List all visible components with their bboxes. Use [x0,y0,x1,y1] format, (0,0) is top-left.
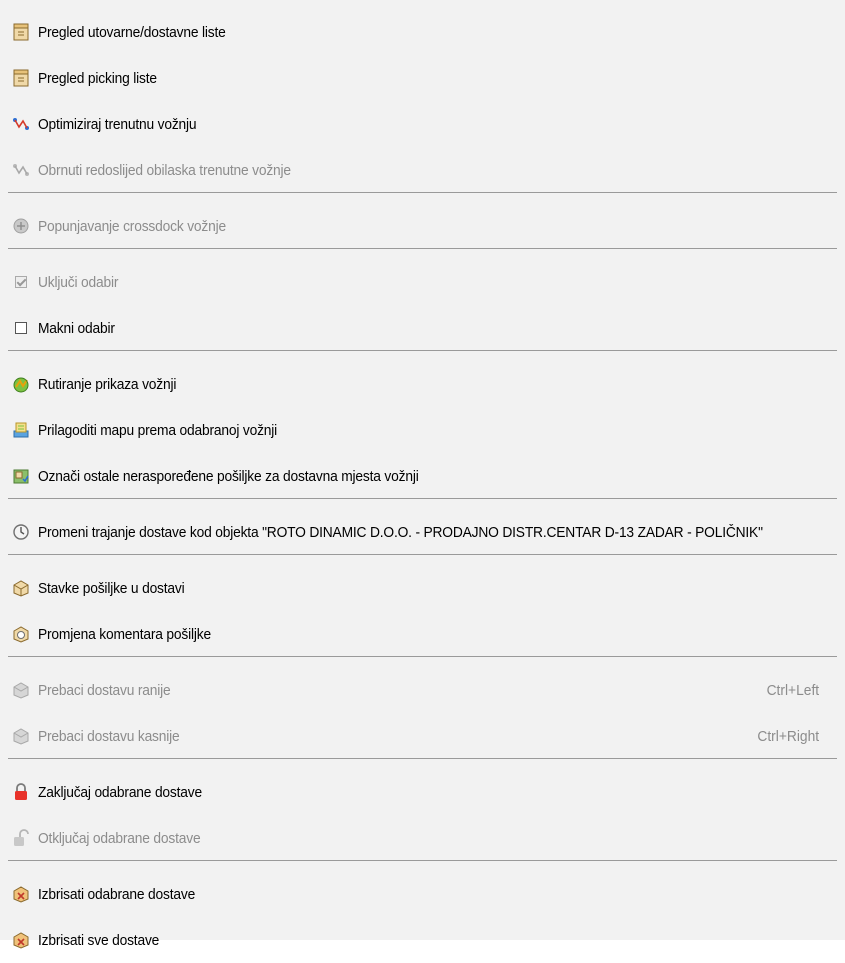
menu-item-label: Pregled picking liste [38,69,157,87]
menu-item-prilagoditi-mapu[interactable]: Prilagoditi mapu prema odabranoj vožnji [0,407,845,453]
menu-item-prebaci-ranije[interactable]: Prebaci dostavu ranije Ctrl+Left [0,667,845,713]
route-reverse-icon [12,161,30,179]
menu-separator [0,554,845,565]
menu-item-popunjavanje-crossdock[interactable]: Popunjavanje crossdock vožnje [0,203,845,249]
menu-item-label: Zaključaj odabrane dostave [38,783,202,801]
menu-item-label: Pregled utovarne/dostavne liste [38,23,226,41]
menu-item-makni-odabir[interactable]: Makni odabir [0,305,845,351]
menu-item-label: Prebaci dostavu kasnije [38,727,180,745]
menu-item-label: Promjena komentara pošiljke [38,625,211,643]
mark-shipments-icon [12,467,30,485]
package-doc-icon [12,69,30,87]
menu-item-prebaci-kasnije[interactable]: Prebaci dostavu kasnije Ctrl+Right [0,713,845,759]
menu-item-label: Izbrisati sve dostave [38,931,160,949]
menu-item-label: Rutiranje prikaza vožnji [38,375,177,393]
menu-separator [0,248,845,259]
menu-separator [0,192,845,203]
menu-item-label: Označi ostale neraspoređene pošiljke za … [38,467,419,485]
menu-item-label: Uključi odabir [38,273,119,291]
menu-item-pregled-picking-liste[interactable]: Pregled picking liste [0,55,845,101]
shipment-items-icon [12,579,30,597]
menu-item-pregled-utovarne-liste[interactable]: Pregled utovarne/dostavne liste [0,9,845,55]
menu-item-otkljucaj[interactable]: Otključaj odabrane dostave [0,815,845,861]
menu-item-promeni-trajanje[interactable]: Promeni trajanje dostave kod objekta "RO… [0,509,845,555]
shortcut-label: Ctrl+Right [757,727,819,745]
menu-item-label: Prebaci dostavu ranije [38,681,171,699]
menu-item-label: Makni odabir [38,319,115,337]
menu-separator [0,498,845,509]
menu-item-izbrisati-odabrane[interactable]: Izbrisati odabrane dostave [0,871,845,917]
menu-item-rutiranje-prikaza[interactable]: Rutiranje prikaza vožnji [0,361,845,407]
menu-item-label: Stavke pošiljke u dostavi [38,579,185,597]
shortcut-label: Ctrl+Left [766,681,819,699]
checkbox-checked-icon [12,273,30,291]
clock-duration-icon [12,523,30,541]
context-menu: Pregled utovarne/dostavne liste Pregled … [0,0,845,949]
map-fit-icon [12,421,30,439]
menu-item-label: Izbrisati odabrane dostave [38,885,196,903]
menu-item-label: Obrnuti redoslijed obilaska trenutne vož… [38,161,291,179]
menu-separator [0,860,845,871]
shipment-comment-icon [12,625,30,643]
delete-all-icon [12,931,30,949]
menu-item-label: Otključaj odabrane dostave [38,829,201,847]
menu-item-label: Popunjavanje crossdock vožnje [38,217,226,235]
checkbox-empty-icon [12,319,30,337]
menu-separator [0,656,845,667]
routing-icon [12,375,30,393]
delete-selected-icon [12,885,30,903]
package-doc-icon [12,23,30,41]
menu-item-ukljuci-odabir[interactable]: Uključi odabir [0,259,845,305]
menu-item-optimiziraj-voznju[interactable]: Optimiziraj trenutnu vožnju [0,101,845,147]
menu-item-zakljucaj[interactable]: Zaključaj odabrane dostave [0,769,845,815]
move-later-icon [12,727,30,745]
menu-separator [0,758,845,769]
menu-item-label: Promeni trajanje dostave kod objekta "RO… [38,523,763,541]
menu-item-label: Prilagoditi mapu prema odabranoj vožnji [38,421,278,439]
route-optimize-icon [12,115,30,133]
crossdock-icon [12,217,30,235]
menu-item-label: Optimiziraj trenutnu vožnju [38,115,197,133]
menu-item-promjena-komentara[interactable]: Promjena komentara pošiljke [0,611,845,657]
menu-item-obrnuti-redoslijed[interactable]: Obrnuti redoslijed obilaska trenutne vož… [0,147,845,193]
menu-item-stavke-posiljke[interactable]: Stavke pošiljke u dostavi [0,565,845,611]
move-earlier-icon [12,681,30,699]
menu-item-oznaci-ostale[interactable]: Označi ostale neraspoređene pošiljke za … [0,453,845,499]
menu-separator [0,350,845,361]
menu-item-izbrisati-sve[interactable]: Izbrisati sve dostave [0,917,845,963]
unlock-icon [12,829,30,847]
lock-icon [12,783,30,801]
